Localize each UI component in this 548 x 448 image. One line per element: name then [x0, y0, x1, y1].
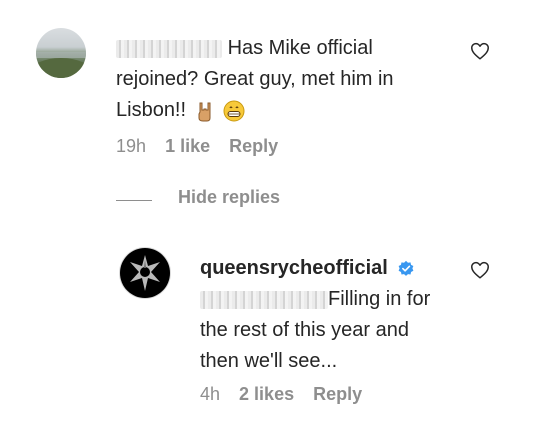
comment-text-line3: Lisbon!! — [116, 99, 187, 121]
comment-meta: 19h 1 like Reply — [116, 136, 292, 157]
grinning-face-emoji — [223, 100, 245, 122]
heart-icon[interactable] — [469, 40, 491, 62]
reply-text-line3: then we'll see... — [200, 350, 338, 372]
comment-reply-button[interactable]: Reply — [229, 136, 278, 156]
comment-text-line1: Has Mike official — [227, 37, 373, 59]
queensryche-logo-icon — [121, 249, 169, 297]
replies-divider — [116, 200, 152, 201]
reply-text-line1: Filling in for — [328, 288, 431, 310]
commenter-avatar[interactable] — [36, 28, 86, 78]
heart-icon[interactable] — [469, 259, 491, 281]
reply-text-line2: the rest of this year and — [200, 319, 410, 341]
reply-meta: 4h 2 likes Reply — [200, 384, 376, 405]
redacted-username — [116, 39, 222, 58]
reply-reply-button[interactable]: Reply — [313, 384, 362, 404]
redacted-mention — [200, 290, 328, 309]
reply-username[interactable]: queensrycheofficial — [200, 257, 388, 279]
hand-horns-emoji — [198, 102, 211, 122]
hide-replies-button[interactable]: Hide replies — [178, 187, 280, 208]
verified-badge-icon — [399, 260, 414, 276]
reply-avatar[interactable] — [120, 248, 170, 298]
comment-body: Has Mike official rejoined? Great guy, m… — [116, 33, 456, 126]
comment-likes[interactable]: 1 like — [165, 136, 210, 156]
reply-likes[interactable]: 2 likes — [239, 384, 294, 404]
comment-time: 19h — [116, 136, 147, 156]
comment-text-line2: rejoined? Great guy, met him in — [116, 68, 394, 90]
reply-body: queensrycheofficial Filling in for the r… — [200, 253, 490, 377]
reply-time: 4h — [200, 384, 221, 404]
